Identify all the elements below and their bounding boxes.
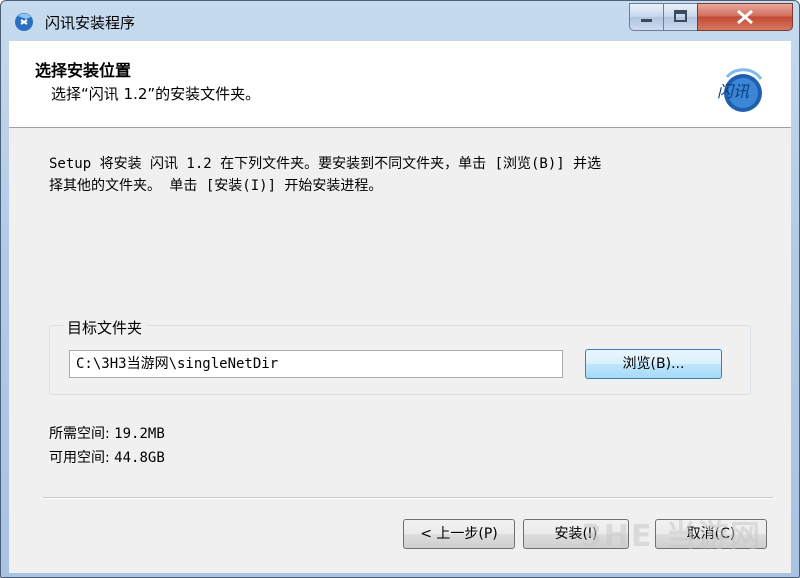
logo-text: 闪讯	[717, 82, 750, 101]
app-icon	[15, 13, 33, 31]
title-bar[interactable]: 闪讯安装程序	[1, 1, 799, 41]
page-title: 选择安装位置	[35, 61, 132, 80]
page-header: 选择安装位置 选择“闪讯 1.2”的安装文件夹。 闪讯	[9, 41, 791, 128]
footer-divider	[43, 497, 773, 499]
brand-logo-icon: 闪讯	[717, 68, 763, 112]
back-button[interactable]: < 上一步(P)	[403, 519, 515, 549]
destination-folder-label: 目标文件夹	[63, 317, 147, 338]
maximize-icon	[674, 10, 687, 22]
destination-path-input[interactable]: C:\3H3当游网\singleNetDir	[69, 350, 563, 378]
install-description: Setup 将安装 闪讯 1.2 在下列文件夹。要安装到不同文件夹，单击 [浏览…	[49, 153, 769, 197]
cancel-button[interactable]: 取消(C)	[655, 519, 767, 549]
required-space: 所需空间: 19.2MB	[49, 423, 165, 443]
description-line-2: 择其他的文件夹。 单击 [安装(I)] 开始安装进程。	[49, 178, 383, 194]
installer-window: 闪讯安装程序 选择安装位置 选择“闪讯 1.2”的安装文件夹。 闪讯 Setup…	[0, 0, 800, 578]
minimize-icon	[641, 19, 652, 22]
available-space: 可用空间: 44.8GB	[49, 447, 165, 467]
close-button[interactable]	[697, 3, 793, 31]
available-space-value: 44.8GB	[114, 450, 165, 466]
install-button[interactable]: 安装(I)	[523, 519, 629, 549]
browse-button[interactable]: 浏览(B)...	[585, 349, 722, 379]
minimize-button[interactable]	[629, 3, 664, 31]
dialog-client-area: 选择安装位置 选择“闪讯 1.2”的安装文件夹。 闪讯 Setup 将安装 闪讯…	[9, 41, 791, 573]
required-space-value: 19.2MB	[114, 426, 165, 442]
page-subtitle: 选择“闪讯 1.2”的安装文件夹。	[51, 85, 261, 103]
maximize-button[interactable]	[663, 3, 698, 31]
window-title: 闪讯安装程序	[45, 14, 136, 32]
required-space-label: 所需空间:	[49, 426, 110, 442]
description-line-1: Setup 将安装 闪讯 1.2 在下列文件夹。要安装到不同文件夹，单击 [浏览…	[49, 156, 602, 172]
close-icon	[737, 9, 753, 25]
available-space-label: 可用空间:	[49, 450, 110, 466]
